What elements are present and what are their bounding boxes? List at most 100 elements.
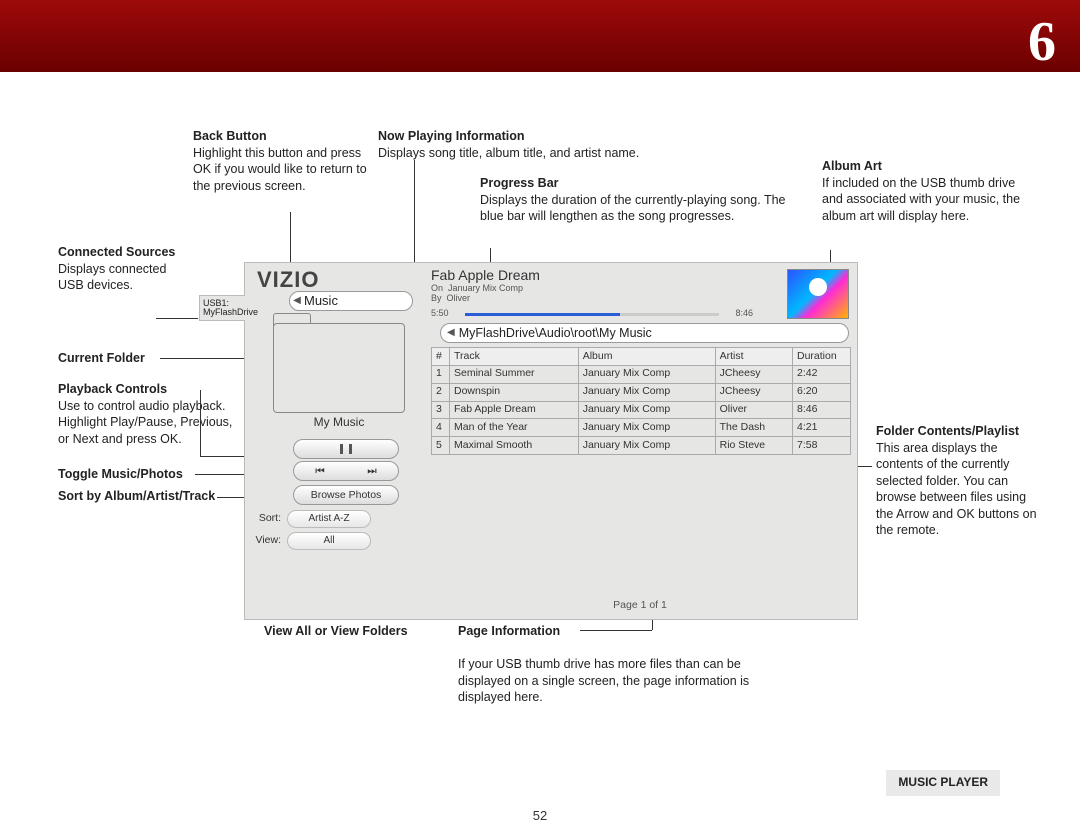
cell: Seminal Summer [450, 365, 579, 383]
callout-now-playing: Now Playing Information Displays song ti… [378, 128, 748, 161]
meta-by-label: By [431, 293, 442, 303]
sort-row[interactable]: Sort: Artist A-Z [249, 509, 409, 529]
meta-by-value: Oliver [447, 293, 471, 303]
callout-back-button: Back Button Highlight this button and pr… [193, 128, 368, 194]
play-pause-button[interactable] [293, 439, 399, 459]
top-band [0, 0, 1080, 72]
table-row[interactable]: 4Man of the YearJanuary Mix CompThe Dash… [432, 419, 851, 437]
leader-line [580, 630, 652, 631]
total-time: 8:46 [735, 308, 753, 320]
callout-body: Highlight this button and press OK if yo… [193, 146, 367, 193]
table-row[interactable]: 2DownspinJanuary Mix CompJCheesy6:20 [432, 383, 851, 401]
music-label: Music [304, 292, 338, 309]
callout-body: If your USB thumb drive has more files t… [458, 657, 749, 704]
cell: January Mix Comp [578, 365, 715, 383]
leader-line [414, 160, 415, 262]
callout-view-all: View All or View Folders [264, 623, 424, 640]
chapter-number: 6 [1028, 6, 1056, 80]
pause-icon [349, 444, 352, 454]
callout-title: Folder Contents/Playlist [876, 424, 1019, 438]
cell: 7:58 [793, 437, 851, 455]
cell: 8:46 [793, 401, 851, 419]
callout-title: Playback Controls [58, 382, 167, 396]
col-num: # [432, 348, 450, 366]
col-artist: Artist [715, 348, 792, 366]
cell: 6:20 [793, 383, 851, 401]
callout-title: Album Art [822, 159, 882, 173]
chevron-left-icon: ◀ [447, 326, 455, 339]
sort-value-chip[interactable]: Artist A-Z [287, 510, 371, 528]
cell: 1 [432, 365, 450, 383]
callout-sort-by: Sort by Album/Artist/Track [58, 488, 218, 505]
path-text: MyFlashDrive\Audio\root\My Music [459, 325, 652, 342]
callout-title: Page Information [458, 624, 560, 638]
callout-body: Displays song title, album title, and ar… [378, 146, 639, 160]
page-info: Page 1 of 1 [431, 599, 849, 613]
back-music-pill[interactable]: ◀ Music [289, 291, 413, 311]
callout-connected-sources: Connected Sources Displays connected USB… [58, 244, 183, 294]
tracks-table[interactable]: # Track Album Artist Duration 1Seminal S… [431, 347, 851, 455]
browse-photos-button[interactable]: Browse Photos [293, 485, 399, 505]
cell: 5 [432, 437, 450, 455]
callout-title: Connected Sources [58, 245, 175, 259]
leader-line [156, 318, 198, 319]
cell: 2 [432, 383, 450, 401]
col-track: Track [450, 348, 579, 366]
callout-album-art: Album Art If included on the USB thumb d… [822, 158, 1032, 224]
prev-next-button[interactable]: ⏮ ⏭ [293, 461, 399, 481]
callout-body: If included on the USB thumb drive and a… [822, 176, 1020, 223]
next-icon: ⏭ [367, 462, 376, 480]
footer-music-player-label: MUSIC PLAYER [886, 770, 1000, 796]
folder-icon[interactable] [273, 323, 405, 413]
col-duration: Duration [793, 348, 851, 366]
cell: Maximal Smooth [450, 437, 579, 455]
callout-body: Displays the duration of the currently-p… [480, 193, 786, 224]
progress-fill [465, 313, 620, 316]
callout-progress-bar: Progress Bar Displays the duration of th… [480, 175, 790, 225]
album-art [787, 269, 849, 319]
callout-page-information: Page Information If your USB thumb drive… [458, 623, 788, 706]
callout-body: This area displays the contents of the c… [876, 441, 1037, 538]
progress-bar[interactable]: 5:50 8:46 [431, 311, 753, 317]
callout-body: Displays connected USB devices. [58, 262, 166, 293]
now-playing-meta: On January Mix Comp By Oliver [431, 283, 523, 304]
previous-icon: ⏮ [315, 462, 324, 480]
view-row[interactable]: View: All [249, 531, 409, 551]
cell: JCheesy [715, 365, 792, 383]
usb-source-badge[interactable]: USB1: MyFlashDrive [199, 295, 245, 321]
cell: January Mix Comp [578, 401, 715, 419]
sort-label: Sort: [249, 512, 281, 526]
page-number: 52 [533, 807, 547, 824]
leader-line [200, 390, 201, 456]
cell: January Mix Comp [578, 419, 715, 437]
cell: Man of the Year [450, 419, 579, 437]
meta-on-value: January Mix Comp [448, 283, 523, 293]
callout-title: Progress Bar [480, 176, 559, 190]
music-player-screen: USB1: MyFlashDrive VIZIO ◀ Music My Musi… [244, 262, 858, 620]
cell: 3 [432, 401, 450, 419]
col-album: Album [578, 348, 715, 366]
table-row[interactable]: 1Seminal SummerJanuary Mix CompJCheesy2:… [432, 365, 851, 383]
cell: January Mix Comp [578, 437, 715, 455]
now-playing-title: Fab Apple Dream [431, 266, 540, 284]
cell: Downspin [450, 383, 579, 401]
cell: 4:21 [793, 419, 851, 437]
view-value-chip[interactable]: All [287, 532, 371, 550]
callout-title: Now Playing Information [378, 129, 525, 143]
table-row[interactable]: 3Fab Apple DreamJanuary Mix CompOliver8:… [432, 401, 851, 419]
vizio-logo: VIZIO [257, 265, 319, 294]
cell: 2:42 [793, 365, 851, 383]
cell: Fab Apple Dream [450, 401, 579, 419]
cell: JCheesy [715, 383, 792, 401]
callout-folder-contents: Folder Contents/Playlist This area displ… [876, 423, 1041, 539]
cell: Oliver [715, 401, 792, 419]
cell: January Mix Comp [578, 383, 715, 401]
table-row[interactable]: 5Maximal SmoothJanuary Mix CompRio Steve… [432, 437, 851, 455]
callout-title: Back Button [193, 129, 267, 143]
view-label: View: [249, 534, 281, 548]
cell: Rio Steve [715, 437, 792, 455]
path-pill[interactable]: ◀ MyFlashDrive\Audio\root\My Music [440, 323, 849, 343]
usb-line2: MyFlashDrive [203, 308, 245, 317]
table-header-row: # Track Album Artist Duration [432, 348, 851, 366]
leader-line [290, 212, 291, 264]
